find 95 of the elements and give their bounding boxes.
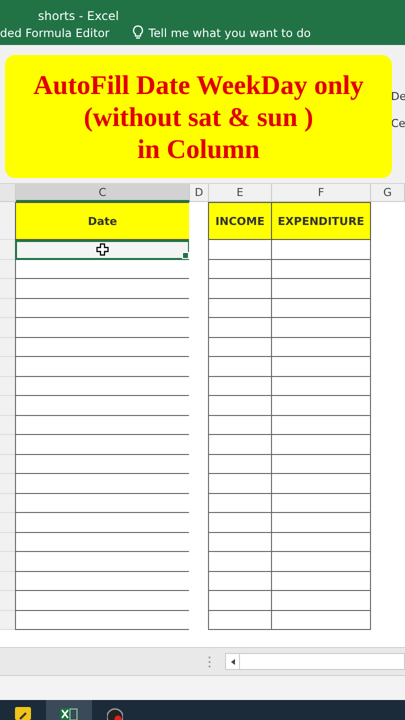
row-header[interactable] <box>0 202 16 240</box>
table-cell[interactable] <box>15 357 190 376</box>
table-cell[interactable] <box>271 552 371 572</box>
table-cell[interactable] <box>208 610 272 630</box>
column-header[interactable]: F <box>272 184 371 202</box>
lightbulb-icon <box>132 25 144 40</box>
splitter-handle-icon[interactable] <box>208 656 211 668</box>
table-cell[interactable] <box>15 474 190 494</box>
banner-text: in Column <box>137 132 260 164</box>
row-header[interactable] <box>0 474 16 494</box>
table-cell[interactable] <box>271 338 371 357</box>
row-header[interactable] <box>0 552 16 572</box>
table-cell[interactable] <box>271 260 371 279</box>
table-cell[interactable] <box>271 494 371 513</box>
table-cell[interactable] <box>208 591 272 610</box>
table-cell[interactable] <box>208 279 272 298</box>
table-header-cell: INCOME <box>208 202 272 240</box>
table-cell[interactable] <box>271 454 371 474</box>
table-cell[interactable] <box>15 552 190 572</box>
active-cell[interactable] <box>15 240 190 260</box>
table-cell[interactable] <box>208 416 272 435</box>
column-header[interactable]: C <box>16 184 190 202</box>
table-cell[interactable] <box>208 318 272 338</box>
table-cell[interactable] <box>15 416 190 435</box>
banner-text: AutoFill Date WeekDay only <box>33 68 364 100</box>
table-cell[interactable] <box>208 552 272 572</box>
cursor-cross-icon <box>96 242 109 256</box>
window-title: shorts - Excel <box>38 10 119 20</box>
left-arrow-icon <box>230 658 234 664</box>
table-cell[interactable] <box>15 338 190 357</box>
table-cell[interactable] <box>15 532 190 552</box>
table-cell[interactable] <box>271 435 371 454</box>
table-cell[interactable] <box>208 494 272 513</box>
table-cell[interactable] <box>15 572 190 591</box>
row-header[interactable] <box>0 435 16 454</box>
table-cell[interactable] <box>208 396 272 416</box>
table-cell[interactable] <box>208 435 272 454</box>
table-cell[interactable] <box>15 318 190 338</box>
table-cell[interactable] <box>208 474 272 494</box>
table-header-cell: Date <box>15 202 190 240</box>
column-header[interactable]: G <box>371 184 405 202</box>
table-cell[interactable] <box>208 240 272 260</box>
table-cell[interactable] <box>271 532 371 552</box>
table-cell[interactable] <box>208 298 272 318</box>
ribbon-label[interactable]: Ce <box>391 117 405 130</box>
row-header[interactable] <box>0 279 16 298</box>
table-cell[interactable] <box>15 298 190 318</box>
row-header[interactable] <box>0 357 16 376</box>
row-header[interactable] <box>0 591 16 610</box>
table-cell[interactable] <box>271 396 371 416</box>
table-cell[interactable] <box>271 357 371 376</box>
table-cell[interactable] <box>15 376 190 396</box>
table-cell[interactable] <box>208 572 272 591</box>
taskbar-app[interactable] <box>46 700 92 720</box>
table-cell[interactable] <box>271 591 371 610</box>
table-cell[interactable] <box>15 591 190 610</box>
horizontal-scrollbar[interactable] <box>225 653 405 670</box>
table-cell[interactable] <box>208 357 272 376</box>
table-cell[interactable] <box>15 513 190 532</box>
spreadsheet-app-icon <box>60 707 78 720</box>
table-cell[interactable] <box>271 513 371 532</box>
ribbon-command[interactable]: ded Formula Editor <box>0 26 110 40</box>
table-cell[interactable] <box>271 298 371 318</box>
table-cell[interactable] <box>15 396 190 416</box>
table-cell[interactable] <box>15 494 190 513</box>
table-header-cell: EXPENDITURE <box>271 202 371 240</box>
row-header[interactable] <box>0 318 16 338</box>
table-cell[interactable] <box>208 532 272 552</box>
table-cell[interactable] <box>271 240 371 260</box>
table-cell[interactable] <box>208 454 272 474</box>
table-cell[interactable] <box>15 279 190 298</box>
tell-me-search[interactable]: Tell me what you want to do <box>132 25 311 40</box>
table-cell[interactable] <box>208 376 272 396</box>
table-cell[interactable] <box>15 610 190 630</box>
app-tile-icon <box>15 707 31 720</box>
table-cell[interactable] <box>271 474 371 494</box>
table-cell[interactable] <box>15 435 190 454</box>
banner-text: (without sat & sun ) <box>84 100 314 132</box>
table-cell[interactable] <box>208 338 272 357</box>
row-header[interactable] <box>0 513 16 532</box>
table-cell[interactable] <box>271 376 371 396</box>
table-cell[interactable] <box>271 610 371 630</box>
fill-handle[interactable] <box>182 252 189 258</box>
table-cell[interactable] <box>271 318 371 338</box>
column-header[interactable]: D <box>190 184 209 202</box>
column-header[interactable]: E <box>209 184 272 202</box>
row-header[interactable] <box>0 240 16 260</box>
table-cell[interactable] <box>15 454 190 474</box>
table-cell[interactable] <box>208 260 272 279</box>
row-header[interactable] <box>0 396 16 416</box>
table-cell[interactable] <box>15 260 190 279</box>
table-cell[interactable] <box>271 416 371 435</box>
table-cell[interactable] <box>271 572 371 591</box>
table-cell[interactable] <box>271 279 371 298</box>
table-cell[interactable] <box>208 513 272 532</box>
